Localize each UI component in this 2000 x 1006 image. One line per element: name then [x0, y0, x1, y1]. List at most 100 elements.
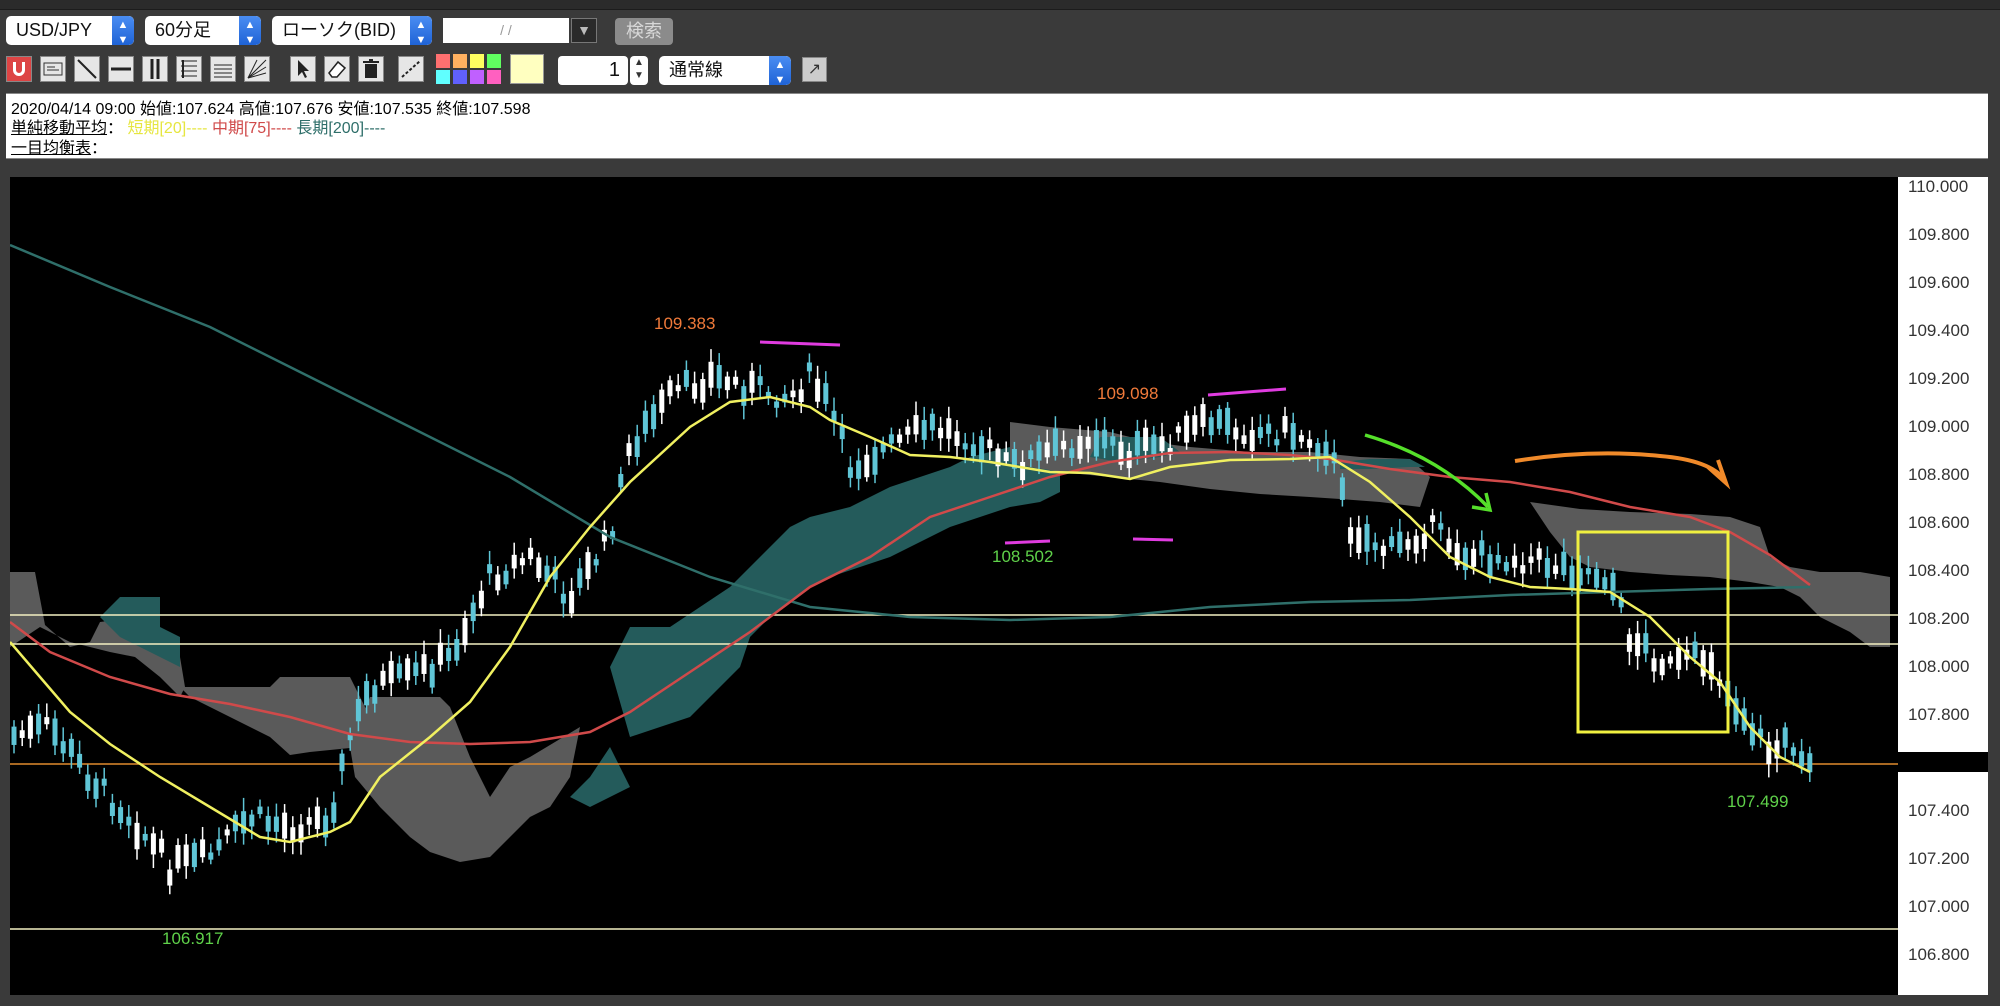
candle-body [1372, 542, 1378, 551]
candle-body [1487, 554, 1493, 578]
gann-fan-tool-button[interactable] [244, 56, 270, 82]
low-label-3: 106.917 [162, 929, 223, 948]
date-input[interactable]: / / [443, 18, 569, 43]
candle-body [150, 833, 156, 855]
candle-body [1339, 477, 1345, 500]
candle-body [577, 568, 583, 588]
candle-body [1348, 527, 1354, 544]
sma-short-line [9, 395, 1811, 844]
label-icon [43, 62, 63, 76]
delete-all-button[interactable] [358, 56, 384, 82]
symbol-select[interactable]: USD/JPY ▲ ▼ [6, 16, 134, 45]
candle-body [167, 869, 173, 886]
candle-body [1192, 415, 1198, 435]
color-palette[interactable] [436, 54, 546, 84]
color-swatch[interactable] [436, 70, 450, 84]
fibonacci-icon [181, 60, 197, 78]
horizontal-line-tool-button[interactable] [108, 56, 134, 82]
candle-body [1700, 650, 1706, 677]
candle-body [109, 802, 115, 816]
price-axis: 110.000 109.800 109.600 109.400 109.200 … [1898, 177, 1988, 995]
expand-arrow-button[interactable]: ↗ [802, 57, 827, 82]
candle-body [85, 774, 91, 791]
candle-body [700, 379, 706, 403]
candle-body [1446, 538, 1452, 553]
current-price-marker [1898, 752, 1988, 772]
candle-body [470, 602, 476, 622]
candle-body [1257, 427, 1263, 438]
candle-body [249, 814, 255, 827]
axis-tick: 107.000 [1908, 897, 1970, 916]
candle-body [405, 658, 411, 681]
candle-body [1266, 423, 1272, 434]
candle-body [798, 389, 804, 403]
price-chart[interactable]: 109.383 109.098 108.502 107.499 106.917 [9, 177, 1898, 995]
axis-tick: 109.800 [1908, 225, 1970, 244]
axis-tick: 108.200 [1908, 609, 1970, 628]
magnet-tool-button[interactable] [6, 56, 32, 82]
candle-body [118, 807, 124, 824]
candle-body [741, 386, 747, 406]
candle-body [806, 362, 812, 372]
candle-body [1003, 452, 1009, 462]
vertical-line-tool-button[interactable] [142, 56, 168, 82]
candle-body [1676, 646, 1682, 670]
candle-body [667, 380, 673, 397]
color-swatch[interactable] [487, 54, 501, 68]
window-top-edge [0, 0, 2000, 10]
pointer-tool-button[interactable] [290, 56, 316, 82]
ichimoku-legend: 一目均衡表： [11, 140, 108, 157]
color-swatch[interactable] [453, 54, 467, 68]
line-width-input[interactable]: 1 [558, 56, 628, 85]
date-dropdown-button[interactable]: ▼ [571, 18, 597, 43]
axis-tick: 107.200 [1908, 849, 1970, 868]
fibonacci-tool-button[interactable] [176, 56, 202, 82]
ichimoku-label[interactable]: 一目均衡表 [11, 140, 91, 157]
candle-body [1184, 415, 1190, 443]
channel-icon [214, 64, 232, 78]
timeframe-select[interactable]: 60分足 ▲ ▼ [145, 16, 261, 45]
ichimoku-cloud [10, 422, 1890, 862]
candle-body [1134, 430, 1140, 456]
candle-body [413, 662, 419, 677]
color-swatch[interactable] [453, 70, 467, 84]
line-width-stepper[interactable]: ▲ ▼ [630, 56, 648, 85]
candle-body [503, 570, 509, 585]
candle-body [618, 474, 624, 488]
text-label-tool-button[interactable] [40, 56, 66, 82]
line-settings-button[interactable] [398, 56, 424, 82]
candle-body [659, 389, 665, 413]
color-swatch[interactable] [470, 70, 484, 84]
candle-body [1282, 416, 1288, 433]
candle-body [1397, 531, 1403, 554]
axis-tick: 106.800 [1908, 945, 1970, 964]
candle-body [708, 361, 714, 388]
candle-body [1471, 548, 1477, 567]
candle-body [1216, 409, 1222, 429]
candle-body [1389, 536, 1395, 548]
candle-body [528, 547, 534, 560]
candle-body [675, 385, 681, 392]
candle-body [36, 713, 42, 735]
candle-body [388, 660, 394, 684]
color-swatch[interactable] [436, 54, 450, 68]
color-swatch[interactable] [487, 70, 501, 84]
selected-color-swatch[interactable] [510, 54, 544, 84]
trendline-tool-button[interactable] [74, 56, 100, 82]
candle-body [1421, 533, 1427, 550]
cursor-icon [298, 60, 309, 78]
search-button[interactable]: 検索 [615, 18, 673, 45]
candle-body [93, 778, 99, 799]
eraser-tool-button[interactable] [324, 56, 350, 82]
color-swatch[interactable] [470, 54, 484, 68]
chart-canvas[interactable]: 109.383 109.098 108.502 107.499 106.917 [9, 177, 1898, 995]
candle-body [44, 717, 50, 725]
axis-tick: 108.000 [1908, 657, 1970, 676]
channel-tool-button[interactable] [210, 56, 236, 82]
candle-body [314, 806, 320, 830]
sma-long-legend: 長期[200]---- [296, 120, 386, 137]
magnet-icon [13, 62, 25, 76]
line-style-select[interactable]: 通常線 ▲ ▼ [659, 56, 791, 85]
chart-type-select[interactable]: ローソク(BID) ▲ ▼ [272, 16, 432, 45]
diagonal-line-icon [77, 59, 97, 79]
